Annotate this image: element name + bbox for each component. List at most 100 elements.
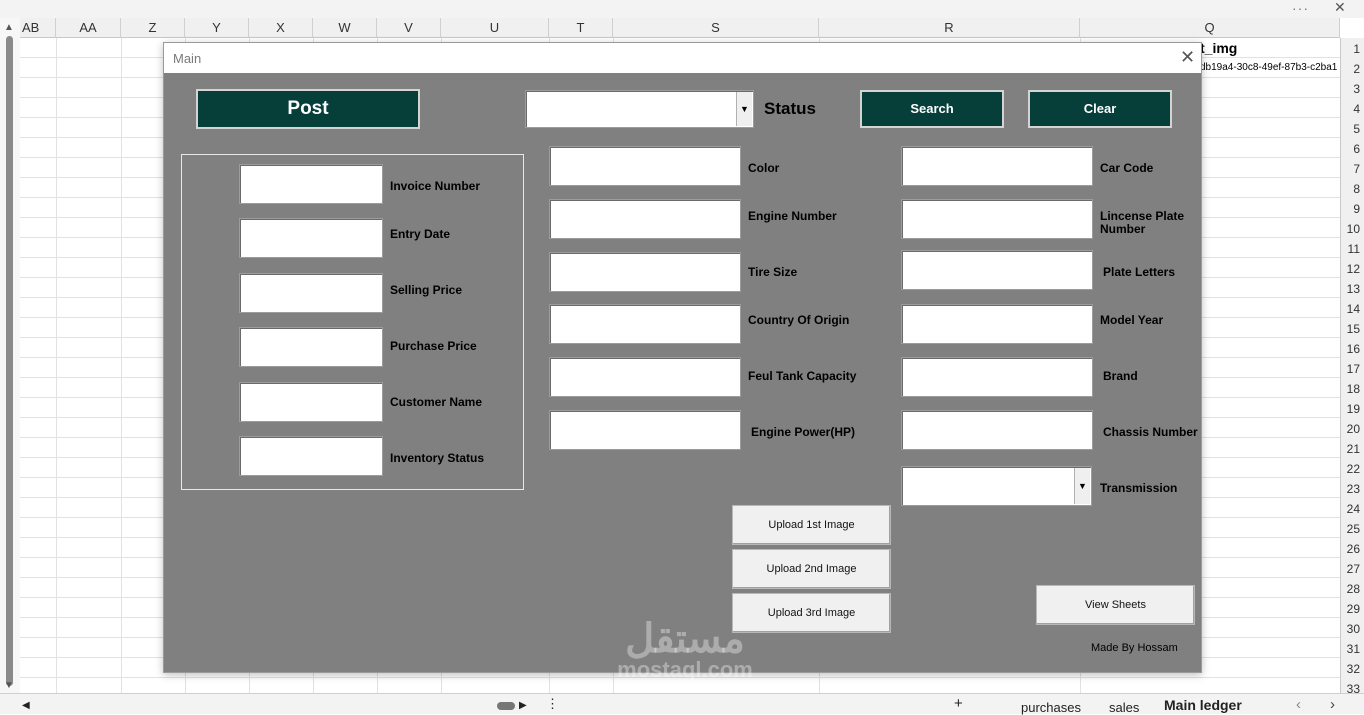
row-header[interactable]: 22 [1347, 462, 1360, 476]
scroll-left-icon[interactable]: ◀ [22, 700, 30, 711]
row-header[interactable]: 27 [1347, 562, 1360, 576]
column-header[interactable]: R [819, 18, 1080, 38]
column-header[interactable]: Z [121, 18, 185, 38]
customer-name-field[interactable] [239, 382, 383, 422]
post-button[interactable]: Post [196, 89, 420, 129]
tire-size-field[interactable] [549, 252, 741, 292]
row-header[interactable]: 10 [1347, 222, 1360, 236]
dialog-title: Main [173, 51, 202, 66]
chassis-number-field[interactable] [901, 410, 1093, 450]
row-header[interactable]: 7 [1353, 162, 1360, 176]
fuel-tank-capacity-field[interactable] [549, 357, 741, 397]
window-top-bar: ··· ✕ [0, 0, 1364, 18]
tab-scroll-right-icon[interactable]: › [1330, 696, 1335, 713]
search-button[interactable]: Search [860, 90, 1004, 128]
row-header[interactable]: 18 [1347, 382, 1360, 396]
plate-letters-field[interactable] [901, 250, 1093, 290]
row-header[interactable]: 28 [1347, 582, 1360, 596]
row-header[interactable]: 16 [1347, 342, 1360, 356]
engine-power-label: Engine Power(HP) [751, 425, 856, 439]
row-header[interactable]: 31 [1347, 642, 1360, 656]
row-header[interactable]: 4 [1353, 102, 1360, 116]
row-header[interactable]: 30 [1347, 622, 1360, 636]
row-header[interactable]: 32 [1347, 662, 1360, 676]
row-header[interactable]: 3 [1353, 82, 1360, 96]
brand-field[interactable] [901, 357, 1093, 397]
vertical-scrollbar[interactable]: ▲ ▼ [0, 18, 20, 693]
status-combobox[interactable]: ▼ [525, 90, 754, 128]
purchase-price-field[interactable] [239, 327, 383, 367]
row-header[interactable]: 13 [1347, 282, 1360, 296]
grid-line [121, 38, 122, 693]
row-header[interactable]: 11 [1348, 242, 1360, 256]
cell-q1[interactable]: t_img [1200, 40, 1237, 56]
car-code-field[interactable] [901, 146, 1093, 186]
column-header[interactable]: S [613, 18, 819, 38]
row-header[interactable]: 29 [1347, 602, 1360, 616]
column-header[interactable]: V [377, 18, 441, 38]
chevron-down-icon[interactable]: ▼ [1074, 468, 1090, 504]
invoice-number-field[interactable] [239, 164, 383, 204]
scroll-thumb[interactable] [6, 36, 13, 686]
column-header[interactable]: AB [20, 18, 56, 38]
row-header[interactable]: 20 [1347, 422, 1360, 436]
more-icon[interactable]: ⋮ [546, 696, 559, 712]
model-year-field[interactable] [901, 304, 1093, 344]
window-close-icon[interactable]: ✕ [1334, 0, 1346, 16]
dialog-titlebar[interactable]: Main ✕ [164, 43, 1201, 73]
row-header[interactable]: 21 [1347, 442, 1360, 456]
scroll-right-icon[interactable]: ▶ [519, 700, 527, 711]
row-header[interactable]: 15 [1347, 322, 1360, 336]
column-header[interactable]: Y [185, 18, 249, 38]
entry-date-field[interactable] [239, 218, 383, 258]
invoice-number-label: Invoice Number [390, 179, 481, 193]
add-sheet-icon[interactable]: + [954, 695, 963, 712]
row-header[interactable]: 1 [1353, 42, 1360, 56]
row-header[interactable]: 12 [1347, 262, 1360, 276]
row-header[interactable]: 6 [1353, 142, 1360, 156]
column-header[interactable]: T [549, 18, 613, 38]
row-header[interactable]: 23 [1347, 482, 1360, 496]
view-sheets-button[interactable]: View Sheets [1036, 585, 1195, 625]
more-options-icon[interactable]: ··· [1292, 0, 1309, 16]
license-plate-number-label: Lincense Plate Number [1100, 209, 1185, 236]
row-header[interactable]: 14 [1347, 302, 1360, 316]
row-header[interactable]: 19 [1347, 402, 1360, 416]
column-header[interactable]: Q [1080, 18, 1340, 38]
license-plate-number-field[interactable] [901, 199, 1093, 239]
entry-date-label: Entry Date [390, 227, 451, 241]
upload-second-image-button[interactable]: Upload 2nd Image [732, 549, 891, 589]
chevron-down-icon[interactable]: ▼ [736, 92, 752, 126]
column-header[interactable]: X [249, 18, 313, 38]
selling-price-label: Selling Price [390, 283, 463, 297]
engine-power-field[interactable] [549, 410, 741, 450]
row-header[interactable]: 2 [1353, 62, 1360, 76]
upload-first-image-button[interactable]: Upload 1st Image [732, 505, 891, 545]
country-of-origin-field[interactable] [549, 304, 741, 344]
column-header[interactable]: U [441, 18, 549, 38]
horizontal-scroll-thumb[interactable] [497, 702, 515, 710]
row-header[interactable]: 25 [1347, 522, 1360, 536]
row-header[interactable]: 5 [1353, 122, 1360, 136]
color-field[interactable] [549, 146, 741, 186]
tab-purchases[interactable]: purchases [1021, 700, 1081, 715]
engine-number-field[interactable] [549, 199, 741, 239]
inventory-status-field[interactable] [239, 436, 383, 476]
close-icon[interactable]: ✕ [1180, 47, 1195, 68]
row-header[interactable]: 24 [1347, 502, 1360, 516]
cell-q2[interactable]: db19a4-30c8-49ef-87b3-c2ba1 [1200, 62, 1340, 73]
transmission-combobox[interactable]: ▼ [901, 466, 1092, 506]
tab-main-ledger[interactable]: Main ledger [1164, 697, 1242, 713]
column-header[interactable]: W [313, 18, 377, 38]
clear-button[interactable]: Clear [1028, 90, 1172, 128]
tab-scroll-left-icon[interactable]: ‹ [1296, 696, 1301, 713]
row-header[interactable]: 17 [1347, 362, 1360, 376]
row-header[interactable]: 9 [1353, 202, 1360, 216]
row-header[interactable]: 26 [1347, 542, 1360, 556]
selling-price-field[interactable] [239, 273, 383, 313]
tab-sales[interactable]: sales [1109, 700, 1139, 715]
column-header[interactable]: AA [56, 18, 121, 38]
scroll-down-icon[interactable]: ▼ [4, 680, 14, 691]
row-header[interactable]: 8 [1353, 182, 1360, 196]
scroll-up-icon[interactable]: ▲ [4, 22, 14, 33]
